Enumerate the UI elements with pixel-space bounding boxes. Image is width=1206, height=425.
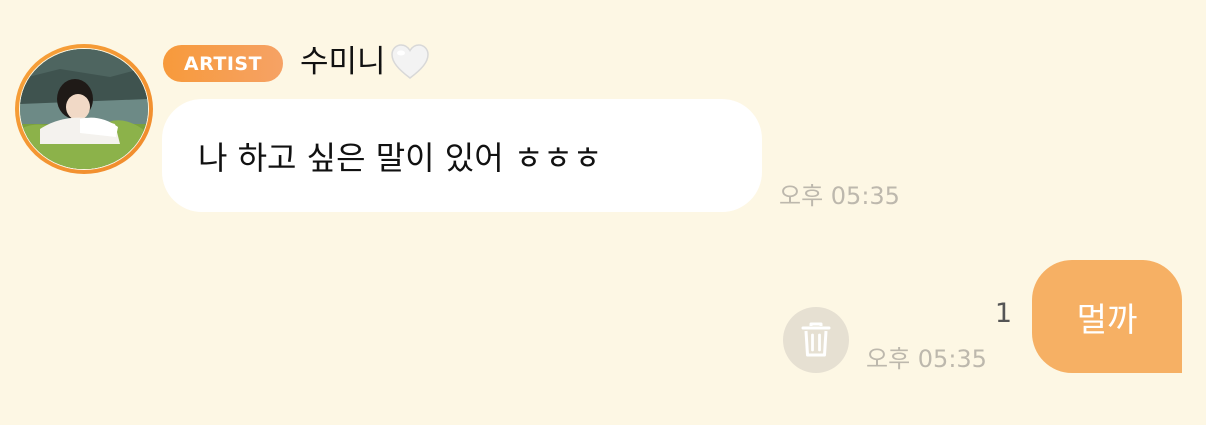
trash-icon <box>801 322 831 357</box>
sender-name-text: 수미니 <box>300 44 386 80</box>
received-message-bubble[interactable]: 나 하고 싶은 말이 있어 ㅎㅎㅎ <box>162 99 762 212</box>
unread-count: 1 <box>994 298 1012 329</box>
artist-badge: ARTIST <box>163 45 283 82</box>
received-message-time: 오후 05:35 <box>779 182 900 210</box>
avatar-image <box>20 49 148 169</box>
avatar[interactable] <box>15 44 153 174</box>
received-message-text: 나 하고 싶은 말이 있어 ㅎㅎㅎ <box>198 138 603 177</box>
sent-message-bubble[interactable]: 멀까 <box>1032 260 1182 373</box>
sent-message-text: 멀까 <box>1076 299 1138 339</box>
sent-message-time: 오후 05:35 <box>866 345 987 373</box>
white-heart-icon <box>390 43 430 81</box>
avatar-photo <box>20 49 148 169</box>
sender-name[interactable]: 수미니 <box>300 40 430 84</box>
delete-message-button[interactable] <box>783 307 849 373</box>
